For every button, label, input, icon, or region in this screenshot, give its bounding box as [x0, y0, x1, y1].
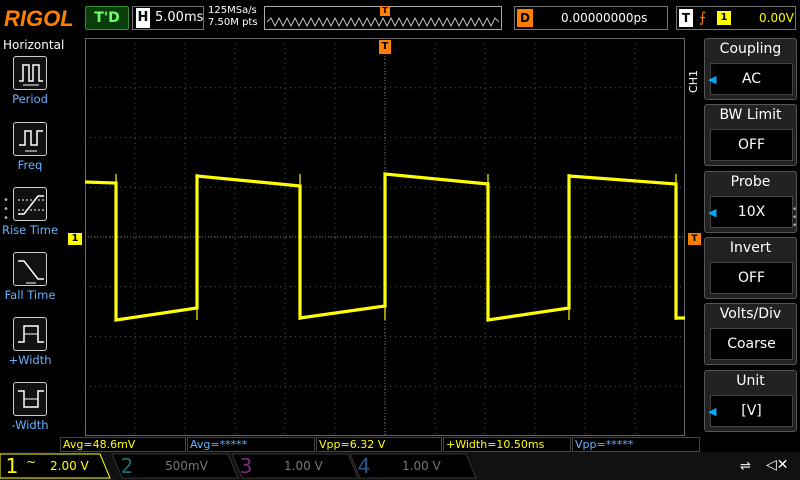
menu-label-fall-time: Fall Time: [4, 288, 56, 302]
delay-value: 0.00000000ps: [561, 11, 648, 25]
ac-coupling-icon: ~: [26, 455, 37, 469]
menu-item-fall-time[interactable]: Fall Time: [0, 252, 60, 302]
measurement-ch1-vpp[interactable]: Vpp=6.32 V: [316, 437, 442, 452]
waveform-display[interactable]: [85, 38, 685, 436]
menu-probe-value: 10X: [710, 196, 793, 228]
timebase-box[interactable]: H 5.00ms: [132, 6, 204, 30]
delay-box[interactable]: D 0.00000000ps: [514, 6, 668, 30]
menu-invert-title: Invert: [729, 240, 772, 256]
channel-4-tab[interactable]: 4 1.00 V: [354, 454, 464, 478]
channel-2-tab[interactable]: 2 500mV: [117, 454, 227, 478]
brand-logo: RIGOL: [4, 6, 74, 31]
menu-label-rise-time: Rise Time: [1, 223, 59, 237]
menu-label-minus-width: -Width: [11, 418, 49, 432]
menu-item-period[interactable]: Period: [0, 56, 60, 106]
trigger-source-badge: 1: [717, 11, 731, 25]
memory-overview-bar[interactable]: T: [264, 6, 502, 30]
measurement-ch1-width[interactable]: +Width=10.50ms: [443, 437, 571, 452]
rise-time-icon: [13, 187, 47, 221]
channel-2-scale: 500mV: [165, 459, 208, 473]
menu-unit-title: Unit: [736, 373, 765, 389]
menu-coupling-value: AC: [710, 63, 793, 95]
menu-probe[interactable]: Probe 10X ◀: [704, 171, 797, 233]
ch1-level-marker[interactable]: 1: [68, 233, 82, 245]
channel-3-scale: 1.00 V: [284, 459, 323, 473]
left-arrow-icon: ◀: [708, 73, 717, 86]
frequency-icon: [13, 122, 47, 156]
left-arrow-icon: ◀: [708, 206, 717, 219]
menu-item-freq[interactable]: Freq: [0, 122, 60, 172]
menu-page-dots: • • •: [792, 205, 798, 231]
menu-item-minus-width[interactable]: -Width: [0, 382, 60, 432]
measurement-avg[interactable]: Avg=*****: [187, 437, 315, 452]
negative-width-icon: [13, 382, 47, 416]
channel-4-number: 4: [357, 454, 371, 478]
menu-volts-div-title: Volts/Div: [719, 306, 782, 322]
channel-3-tab[interactable]: 3 1.00 V: [236, 454, 346, 478]
menu-coupling[interactable]: Coupling AC ◀: [704, 38, 797, 100]
trigger-box[interactable]: T ⨍ 1 0.00V: [676, 6, 796, 30]
menu-volts-div[interactable]: Volts/Div Coarse: [704, 303, 797, 365]
left-arrow-icon: ◀: [708, 405, 717, 418]
menu-unit-value: [V]: [710, 395, 793, 427]
trigger-icon: T: [679, 9, 693, 27]
measurement-bar: Avg=48.6mV Avg=***** Vpp=6.32 V +Width=1…: [60, 437, 700, 452]
waveform-overview: [267, 16, 499, 28]
speaker-muted-icon[interactable]: ◁✕: [766, 457, 789, 473]
horizontal-menu: Horizontal Period Freq • • • Rise Time Fal…: [0, 38, 64, 452]
usb-icon: ⇌: [740, 459, 751, 474]
rising-edge-icon: ⨍: [699, 10, 707, 26]
menu-item-rise-time[interactable]: Rise Time: [0, 187, 60, 237]
channel-2-number: 2: [120, 454, 134, 478]
menu-label-period: Period: [12, 92, 48, 106]
horizontal-icon: H: [136, 8, 150, 28]
menu-bw-limit[interactable]: BW Limit OFF: [704, 104, 797, 166]
channel-4-scale: 1.00 V: [402, 459, 441, 473]
channel-status-bar: 1 ~ 2.00 V 2 500mV 3 1.00 V 4 1.00 V ⇌ ◁…: [0, 452, 800, 480]
trigger-level-marker[interactable]: T: [688, 233, 701, 245]
menu-title: Horizontal: [3, 38, 65, 52]
memory-depth: 7.50M pts: [208, 17, 258, 28]
trigger-status-badge: T'D: [85, 6, 129, 30]
menu-invert[interactable]: Invert OFF: [704, 237, 797, 299]
channel-1-tab[interactable]: 1 ~ 2.00 V: [2, 454, 102, 478]
period-icon: [13, 56, 47, 90]
fall-time-icon: [13, 252, 47, 286]
graticule: [85, 38, 685, 436]
menu-bw-limit-value: OFF: [710, 129, 793, 161]
trigger-position-icon: T: [380, 6, 390, 16]
menu-label-plus-width: +Width: [8, 353, 52, 367]
menu-item-plus-width[interactable]: +Width: [0, 317, 60, 367]
channel-1-number: 1: [5, 454, 19, 478]
menu-invert-value: OFF: [710, 262, 793, 294]
trigger-level: 0.00V: [759, 11, 794, 25]
acquisition-info: 125MSa/s 7.50M pts: [208, 5, 258, 29]
measurement-ch1-avg[interactable]: Avg=48.6mV: [60, 437, 186, 452]
channel-1-scale: 2.00 V: [50, 459, 89, 473]
sample-rate: 125MSa/s: [208, 5, 257, 16]
menu-coupling-title: Coupling: [719, 41, 782, 57]
menu-label-freq: Freq: [17, 158, 43, 172]
menu-probe-title: Probe: [730, 174, 771, 190]
menu-unit[interactable]: Unit [V] ◀: [704, 370, 797, 432]
channel-3-number: 3: [239, 454, 253, 478]
top-status-bar: RIGOL T'D H 5.00ms 125MSa/s 7.50M pts T D…: [0, 0, 800, 38]
positive-width-icon: [13, 317, 47, 351]
menu-volts-div-value: Coarse: [710, 328, 793, 360]
timebase-value: 5.00ms: [155, 10, 204, 25]
delay-icon: D: [517, 9, 533, 27]
menu-bw-limit-title: BW Limit: [719, 107, 782, 123]
channel-menu: Coupling AC ◀ BW Limit OFF Probe 10X ◀ I…: [704, 38, 800, 436]
trigger-position-marker[interactable]: T: [379, 40, 391, 54]
menu-channel-tag: CH1: [687, 70, 700, 93]
measurement-vpp[interactable]: Vpp=*****: [572, 437, 700, 452]
